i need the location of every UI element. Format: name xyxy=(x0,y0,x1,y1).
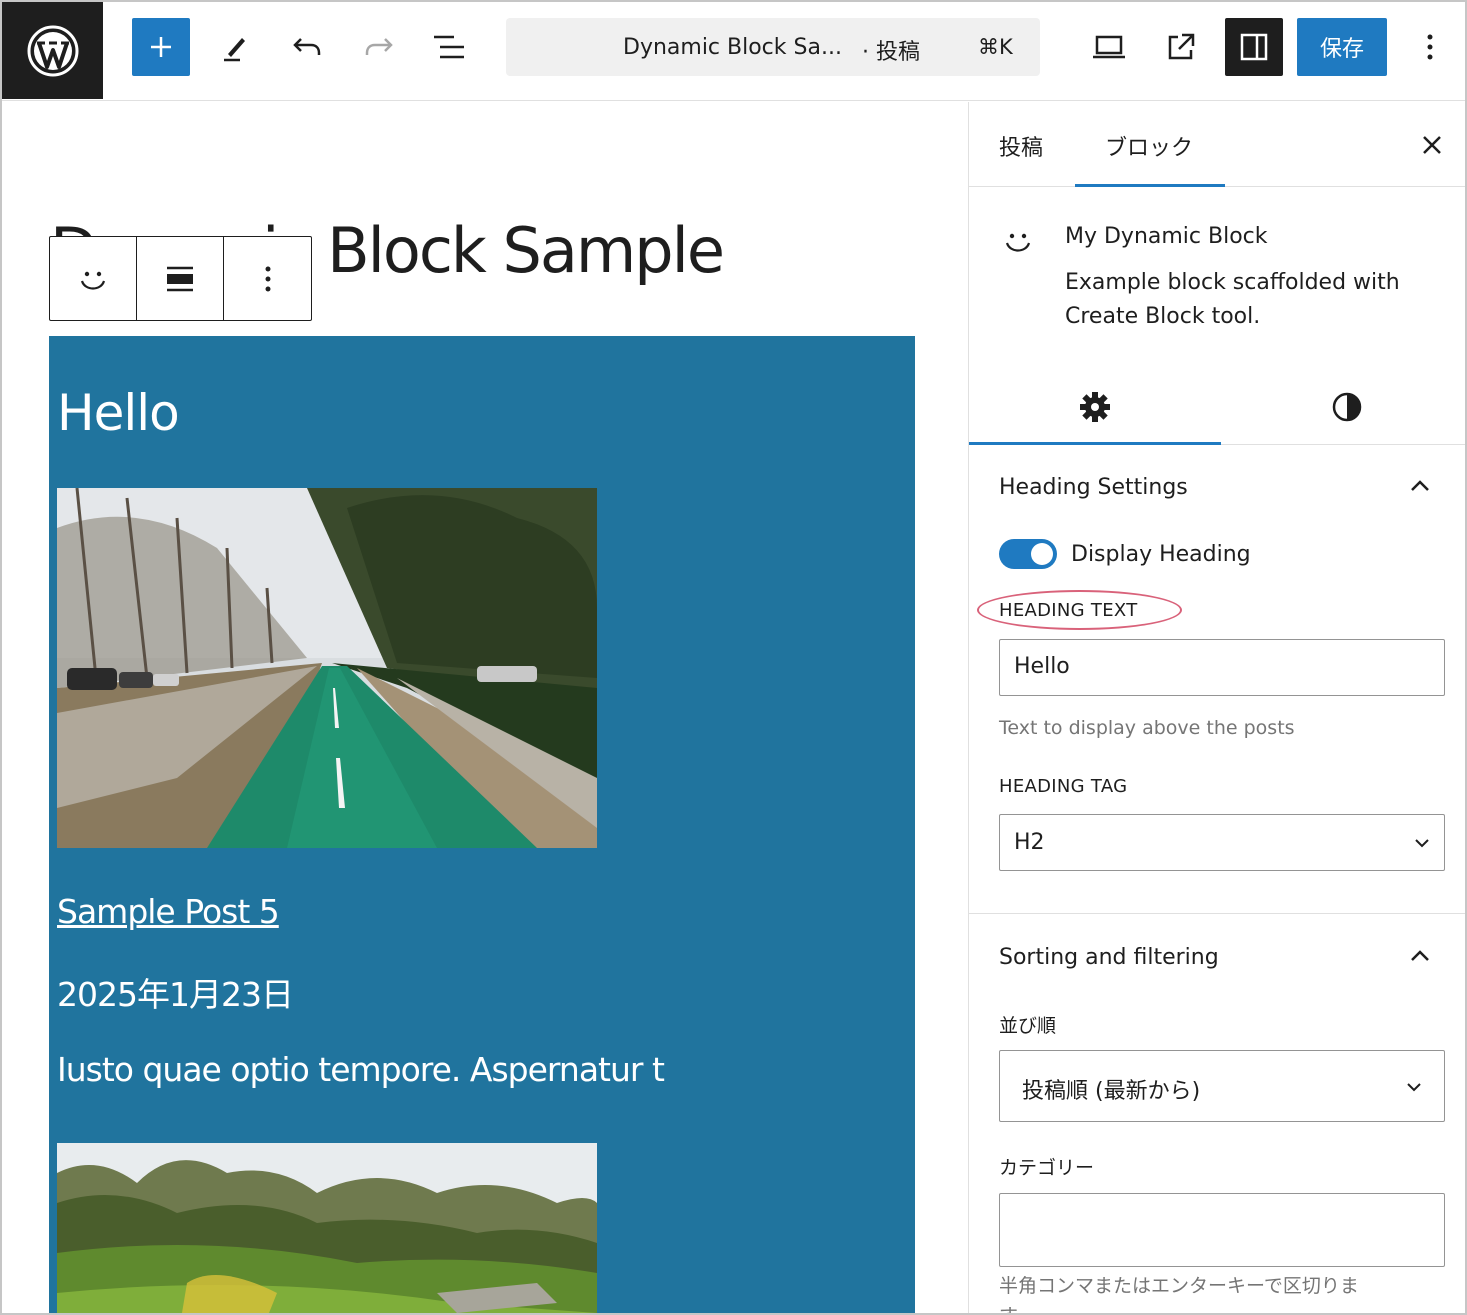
sorting-filtering-title[interactable]: Sorting and filtering xyxy=(999,945,1219,970)
category-input[interactable] xyxy=(999,1193,1445,1267)
heading-tag-label: HEADING TAG xyxy=(999,776,1128,797)
block-description: Example block scaffolded with Create Blo… xyxy=(1065,270,1400,329)
tab-settings[interactable] xyxy=(969,372,1221,442)
post-excerpt: Iusto quae optio tempore. Aspernatur t xyxy=(57,1050,665,1089)
view-post-button[interactable] xyxy=(1152,18,1210,76)
desktop-preview-icon xyxy=(1093,35,1125,59)
block-options-button[interactable] xyxy=(224,237,311,320)
editor-header: Dynamic Block Sa... · 投稿 ⌘K 保存 xyxy=(2,2,1465,101)
category-label: カテゴリー xyxy=(999,1157,1095,1179)
block-align-button[interactable] xyxy=(137,237,224,320)
document-overview-button[interactable] xyxy=(420,18,478,76)
undo-button[interactable] xyxy=(278,18,336,76)
panel-divider xyxy=(969,913,1465,914)
dynamic-block[interactable]: Hello Sample Post 5 2025年1月23日 Iusto qua… xyxy=(49,336,915,1313)
redo-button[interactable] xyxy=(350,18,408,76)
settings-sidebar: 投稿 ブロック My Dynamic Block Example block s… xyxy=(968,102,1465,1313)
preview-button[interactable] xyxy=(1080,18,1138,76)
order-value: 投稿順 (最新から) xyxy=(1022,1079,1201,1104)
document-title: Dynamic Block Sa... xyxy=(623,35,842,60)
keyboard-shortcut: ⌘K xyxy=(978,35,1013,59)
settings-sidebar-toggle[interactable] xyxy=(1225,18,1283,76)
tab-block[interactable]: ブロック xyxy=(1105,130,1193,162)
block-name: My Dynamic Block xyxy=(1065,224,1268,249)
close-sidebar-button[interactable] xyxy=(1415,128,1449,162)
editor-frame: Dynamic Block Sa... · 投稿 ⌘K 保存 Dynamic B… xyxy=(0,0,1467,1315)
settings-gear-icon xyxy=(1080,392,1110,422)
chevron-down-icon xyxy=(1415,839,1429,848)
toggle-knob xyxy=(1031,543,1053,565)
park-photo xyxy=(57,1143,597,1313)
document-type: · 投稿 xyxy=(862,40,920,65)
block-toolbar xyxy=(49,236,312,321)
tab-post[interactable]: 投稿 xyxy=(999,130,1043,162)
sidebar-icon xyxy=(1240,33,1268,61)
chevron-up-icon[interactable] xyxy=(1409,948,1431,964)
options-button[interactable] xyxy=(1408,18,1452,76)
tab-styles[interactable] xyxy=(1221,372,1465,442)
redo-icon xyxy=(365,38,393,55)
post-date: 2025年1月23日 xyxy=(57,975,294,1014)
category-help-continued: す xyxy=(999,1301,1018,1313)
add-block-button[interactable] xyxy=(132,18,190,76)
bike-lane-photo xyxy=(57,488,597,848)
order-select[interactable]: 投稿順 (最新から) xyxy=(999,1050,1445,1122)
active-tab-indicator xyxy=(1075,184,1225,187)
block-heading: Hello xyxy=(57,384,180,442)
post-featured-image xyxy=(57,488,597,848)
save-button[interactable]: 保存 xyxy=(1297,18,1387,76)
heading-text-input[interactable]: Hello xyxy=(999,639,1445,696)
external-link-icon xyxy=(1168,33,1195,60)
wordpress-logo-icon xyxy=(27,25,78,76)
command-palette-button[interactable]: Dynamic Block Sa... · 投稿 ⌘K xyxy=(506,18,1040,76)
order-label: 並び順 xyxy=(999,1015,1057,1037)
heading-settings-title[interactable]: Heading Settings xyxy=(999,475,1188,500)
block-type-button[interactable] xyxy=(50,237,137,320)
more-vertical-icon xyxy=(265,266,270,291)
post-title-link[interactable]: Sample Post 5 xyxy=(57,892,280,931)
inspector-tabs xyxy=(969,372,1465,445)
heading-text-help: Text to display above the posts xyxy=(999,717,1295,739)
styles-contrast-icon xyxy=(1332,392,1362,422)
display-heading-label: Display Heading xyxy=(1071,542,1251,567)
heading-tag-value: H2 xyxy=(1014,830,1045,855)
undo-icon xyxy=(293,38,321,55)
more-vertical-icon xyxy=(1427,34,1433,60)
heading-text-label: HEADING TEXT xyxy=(999,600,1138,621)
wordpress-logo[interactable] xyxy=(2,2,103,99)
post-featured-image xyxy=(57,1143,597,1313)
smiley-icon xyxy=(1005,233,1031,252)
block-card: My Dynamic Block Example block scaffolde… xyxy=(969,188,1465,358)
heading-tag-select[interactable]: H2 xyxy=(999,814,1445,871)
pen-icon xyxy=(224,38,245,62)
sidebar-tabs: 投稿 ブロック xyxy=(969,102,1465,187)
plus-icon xyxy=(151,37,171,57)
chevron-down-icon xyxy=(1407,1083,1421,1092)
editor-canvas[interactable]: Dynamic Block Sample Hello Sample Post 5… xyxy=(2,102,968,1313)
tools-button[interactable] xyxy=(206,18,264,76)
list-view-icon xyxy=(434,35,464,59)
display-heading-toggle[interactable] xyxy=(999,539,1057,569)
smiley-icon xyxy=(80,271,106,290)
close-icon xyxy=(1423,136,1441,154)
active-inspector-tab-indicator xyxy=(969,442,1221,445)
category-help: 半角コンマまたはエンターキーで区切りま xyxy=(999,1275,1359,1297)
align-icon xyxy=(167,266,193,291)
chevron-up-icon[interactable] xyxy=(1409,478,1431,494)
